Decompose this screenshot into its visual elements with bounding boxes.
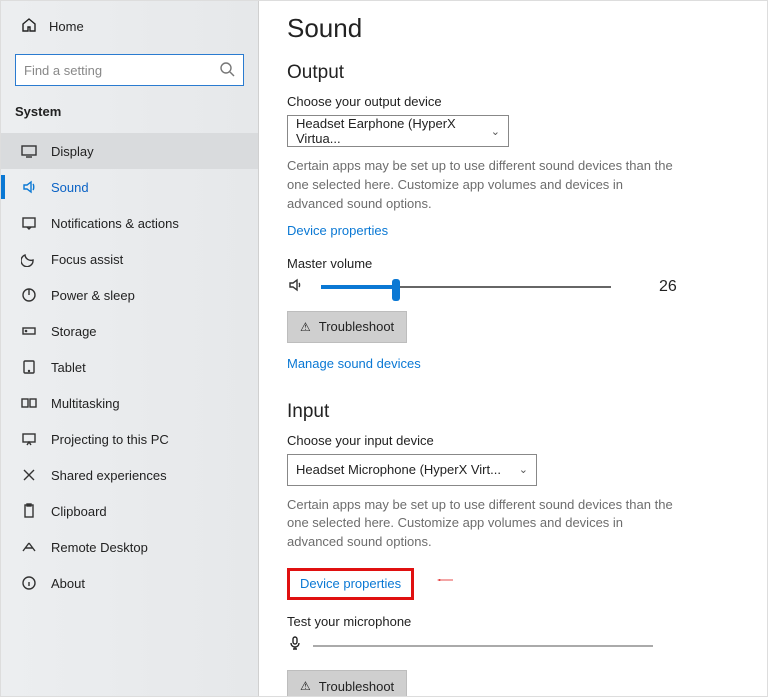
display-icon [21, 143, 37, 159]
input-device-properties-link[interactable]: Device properties [300, 576, 401, 591]
sidebar-item-power-sleep[interactable]: Power & sleep [1, 277, 258, 313]
input-device-value: Headset Microphone (HyperX Virt... [296, 462, 501, 477]
power-icon [21, 287, 37, 303]
sidebar-item-remote-desktop[interactable]: Remote Desktop [1, 529, 258, 565]
search-icon [219, 61, 235, 80]
sidebar-item-notifications[interactable]: Notifications & actions [1, 205, 258, 241]
warning-icon: ⚠ [300, 320, 311, 334]
sidebar-item-storage[interactable]: Storage [1, 313, 258, 349]
home-icon [21, 17, 37, 36]
projecting-icon [21, 431, 37, 447]
sidebar-item-projecting[interactable]: Projecting to this PC [1, 421, 258, 457]
master-volume-label: Master volume [287, 256, 739, 271]
input-heading: Input [287, 401, 739, 423]
sidebar-item-label: Shared experiences [51, 468, 167, 483]
output-device-value: Headset Earphone (HyperX Virtua... [296, 116, 491, 146]
sidebar-item-label: Tablet [51, 360, 86, 375]
sidebar-item-label: Remote Desktop [51, 540, 148, 555]
clipboard-icon [21, 503, 37, 519]
microphone-icon [287, 635, 303, 656]
sidebar-item-label: About [51, 576, 85, 591]
master-volume-value: 26 [659, 278, 677, 296]
annotation-arrow-icon [437, 572, 453, 588]
chevron-down-icon: ⌄ [519, 463, 528, 476]
category-label: System [1, 100, 258, 133]
sidebar-item-label: Projecting to this PC [51, 432, 169, 447]
search-input[interactable] [24, 63, 219, 78]
output-heading: Output [287, 62, 739, 84]
sound-icon [21, 179, 37, 195]
input-device-combo[interactable]: Headset Microphone (HyperX Virt... ⌄ [287, 454, 537, 486]
output-manage-devices-link[interactable]: Manage sound devices [287, 356, 421, 371]
sidebar-item-label: Notifications & actions [51, 216, 179, 231]
sidebar-item-label: Multitasking [51, 396, 120, 411]
storage-icon [21, 323, 37, 339]
multitasking-icon [21, 395, 37, 411]
sidebar-item-shared-experiences[interactable]: Shared experiences [1, 457, 258, 493]
output-desc: Certain apps may be set up to use differ… [287, 157, 677, 214]
sidebar-item-label: Sound [51, 180, 89, 195]
input-desc: Certain apps may be set up to use differ… [287, 496, 677, 553]
output-device-combo[interactable]: Headset Earphone (HyperX Virtua... ⌄ [287, 115, 509, 147]
sidebar-item-label: Display [51, 144, 94, 159]
sidebar-item-tablet[interactable]: Tablet [1, 349, 258, 385]
output-choose-label: Choose your output device [287, 94, 739, 109]
troubleshoot-label: Troubleshoot [319, 679, 394, 694]
about-icon [21, 575, 37, 591]
mic-level-meter [313, 645, 653, 647]
settings-sidebar: Home System Display Sound Notifications … [1, 1, 259, 696]
remote-desktop-icon [21, 539, 37, 555]
chevron-down-icon: ⌄ [491, 125, 500, 138]
master-volume-slider[interactable] [321, 277, 611, 297]
warning-icon: ⚠ [300, 679, 311, 693]
page-title: Sound [287, 13, 739, 44]
sidebar-item-display[interactable]: Display [1, 133, 258, 169]
input-choose-label: Choose your input device [287, 433, 739, 448]
home-label: Home [49, 19, 84, 34]
output-device-properties-link[interactable]: Device properties [287, 223, 388, 238]
input-troubleshoot-button[interactable]: ⚠ Troubleshoot [287, 670, 407, 696]
annotation-highlight: Device properties [287, 568, 414, 600]
shared-experiences-icon [21, 467, 37, 483]
main-content: Sound Output Choose your output device H… [259, 1, 767, 696]
sidebar-item-about[interactable]: About [1, 565, 258, 601]
sidebar-item-label: Storage [51, 324, 97, 339]
sidebar-item-label: Clipboard [51, 504, 107, 519]
notifications-icon [21, 215, 37, 231]
output-troubleshoot-button[interactable]: ⚠ Troubleshoot [287, 311, 407, 343]
home-button[interactable]: Home [1, 11, 258, 46]
sidebar-item-focus-assist[interactable]: Focus assist [1, 241, 258, 277]
speaker-icon[interactable] [287, 277, 303, 296]
sidebar-item-sound[interactable]: Sound [1, 169, 258, 205]
tablet-icon [21, 359, 37, 375]
sidebar-item-label: Power & sleep [51, 288, 135, 303]
sidebar-item-label: Focus assist [51, 252, 123, 267]
troubleshoot-label: Troubleshoot [319, 319, 394, 334]
sidebar-item-clipboard[interactable]: Clipboard [1, 493, 258, 529]
sidebar-item-multitasking[interactable]: Multitasking [1, 385, 258, 421]
sidebar-nav: Display Sound Notifications & actions Fo… [1, 133, 258, 601]
focus-assist-icon [21, 251, 37, 267]
test-mic-label: Test your microphone [287, 614, 739, 629]
search-box[interactable] [15, 54, 244, 86]
